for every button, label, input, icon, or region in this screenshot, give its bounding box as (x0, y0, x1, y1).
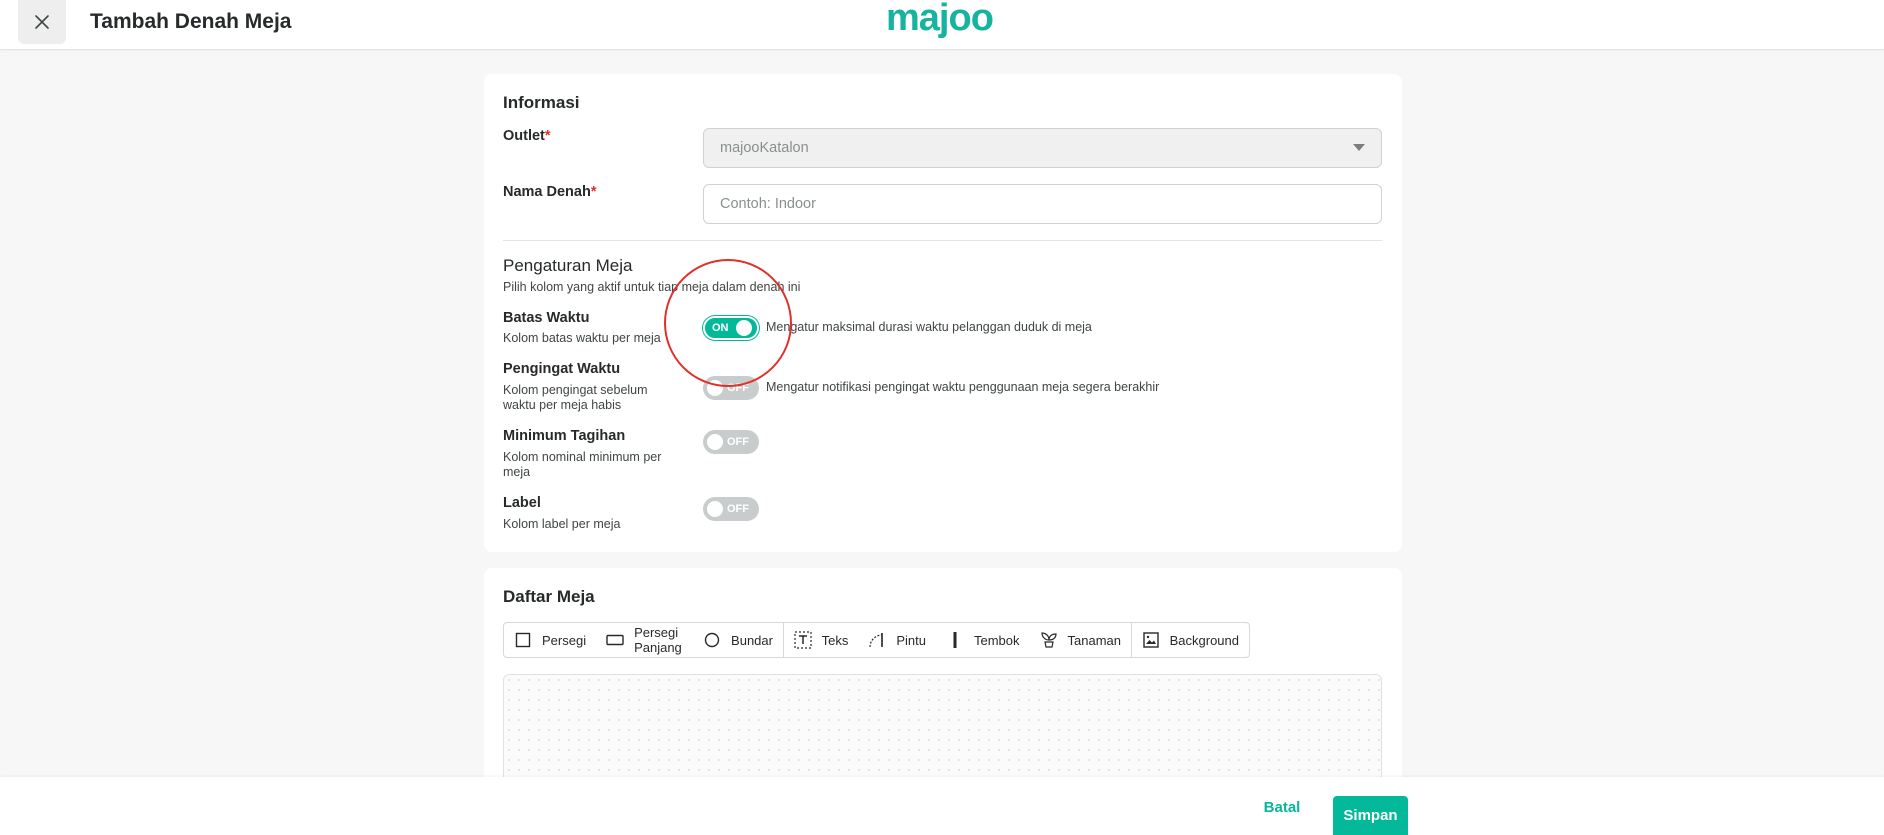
highlight-circle (664, 259, 792, 387)
minimum-tagihan-label: Minimum Tagihan (503, 428, 626, 444)
outlet-label: Outlet* (503, 128, 551, 144)
plant-icon (1040, 631, 1058, 649)
outlet-select-value: majooKatalon (720, 140, 809, 156)
label-toggle[interactable]: OFF (703, 497, 759, 521)
pengingat-waktu-info: Mengatur notifikasi pengingat waktu peng… (766, 380, 1160, 394)
outlet-select[interactable]: majooKatalon (703, 128, 1382, 168)
batas-waktu-label: Batas Waktu (503, 310, 590, 326)
footer-bar: Batal Simpan (0, 777, 1884, 835)
wall-icon (946, 631, 964, 649)
tool-pintu[interactable]: Pintu (858, 623, 936, 657)
door-icon (868, 631, 886, 649)
text-icon (793, 631, 812, 649)
floor-plan-canvas[interactable] (503, 674, 1382, 794)
close-icon (35, 15, 49, 29)
pengingat-waktu-label: Pengingat Waktu (503, 361, 621, 377)
caret-down-icon (1353, 144, 1365, 151)
close-button[interactable] (18, 0, 66, 44)
tool-tanaman[interactable]: Tanaman (1030, 623, 1131, 657)
rectangle-icon (606, 631, 624, 649)
pengingat-waktu-desc: Kolom pengingat sebelum waktu per meja h… (503, 383, 648, 412)
svg-text:majoo: majoo (886, 0, 993, 39)
section-divider (503, 240, 1382, 241)
tool-tembok[interactable]: Tembok (936, 623, 1030, 657)
minimum-tagihan-toggle[interactable]: OFF (703, 430, 759, 454)
informasi-title: Informasi (503, 93, 580, 112)
shape-toolbar: Persegi Persegi Panjang Bundar Teks Pint… (503, 622, 1250, 658)
pengaturan-title: Pengaturan Meja (503, 256, 633, 275)
square-icon (514, 631, 532, 649)
cancel-button[interactable]: Batal (1252, 795, 1312, 819)
save-button[interactable]: Simpan (1333, 796, 1408, 835)
tool-background[interactable]: Background (1132, 623, 1249, 657)
tool-persegi[interactable]: Persegi (504, 623, 596, 657)
page-title: Tambah Denah Meja (90, 10, 292, 33)
informasi-card: Informasi Outlet* majooKatalon Nama Dena… (484, 74, 1402, 552)
tool-teks[interactable]: Teks (784, 623, 859, 657)
majoo-logo: majoo (886, 0, 1016, 47)
batas-waktu-info: Mengatur maksimal durasi waktu pelanggan… (766, 320, 1092, 334)
label-label: Label (503, 495, 541, 511)
nama-denah-label: Nama Denah* (503, 184, 597, 200)
circle-icon (703, 631, 721, 649)
top-bar: Tambah Denah Meja majoo (0, 0, 1884, 50)
minimum-tagihan-desc: Kolom nominal minimum per meja (503, 450, 662, 479)
image-icon (1142, 631, 1160, 649)
label-desc: Kolom label per meja (503, 517, 621, 531)
nama-denah-input[interactable] (703, 184, 1382, 224)
daftar-meja-title: Daftar Meja (503, 587, 595, 606)
tool-persegi-panjang[interactable]: Persegi Panjang (596, 623, 693, 657)
tool-bundar[interactable]: Bundar (693, 623, 783, 657)
daftar-meja-card: Daftar Meja Persegi Persegi Panjang Bund… (484, 568, 1402, 794)
